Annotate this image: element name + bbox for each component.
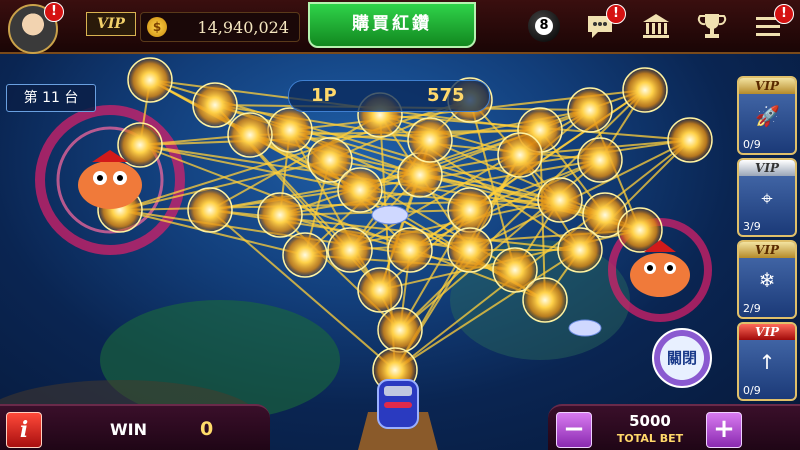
vip-tag[interactable]: VIP [86, 12, 136, 36]
lightning-orb [447, 227, 493, 273]
missile-icon: 🚀 [755, 104, 780, 128]
lightning-orb [577, 137, 623, 183]
vip-ice-card[interactable]: VIP ❄ 2/9 [737, 240, 797, 319]
increase-bet-button[interactable]: + [706, 412, 742, 448]
close-auto-button[interactable]: 關閉 [652, 328, 712, 388]
lightning-orb [192, 82, 238, 128]
top-bar: ! VIP $ 14,940,024 購買紅鑽 8 ! ! [0, 0, 800, 54]
alert-badge: ! [44, 2, 64, 22]
win-label: WIN [110, 420, 147, 439]
player-score-value: 575 [427, 85, 465, 106]
lightning-orb [187, 187, 233, 233]
vip-rocket-card[interactable]: VIP ↑ 0/9 [737, 322, 797, 401]
vip-card-title: VIP [739, 324, 795, 340]
lightning-orb [357, 267, 403, 313]
vip-missile-card[interactable]: VIP 🚀 0/9 [737, 76, 797, 155]
ice-crystal-icon: ❄ [758, 268, 776, 292]
total-bet-label: TOTAL BET [616, 432, 684, 445]
player-score-pill: 1P 575 [288, 80, 490, 112]
lightning-orb [282, 232, 328, 278]
menu-alert-badge: ! [774, 4, 794, 24]
lightning-orb [387, 227, 433, 273]
game-stage[interactable]: ! VIP $ 14,940,024 購買紅鑽 8 ! ! 第 11 台 1P … [0, 0, 800, 450]
vip-card-title: VIP [739, 78, 795, 94]
vip-card-title: VIP [739, 160, 795, 176]
lightning-orb [377, 307, 423, 353]
buy-red-diamond-button[interactable]: 購買紅鑽 [308, 2, 476, 48]
eight-ball-number: 8 [535, 17, 553, 35]
lightning-orb [227, 112, 273, 158]
target-icon: ⌖ [761, 186, 773, 210]
chat-alert-badge: ! [606, 4, 626, 24]
win-value: 0 [200, 418, 214, 440]
eight-ball-icon[interactable]: 8 [528, 10, 560, 42]
lightning-orb [447, 187, 493, 233]
info-button[interactable]: i [6, 412, 42, 448]
lightning-orb [667, 117, 713, 163]
lightning-orb [567, 87, 613, 133]
decrease-bet-button[interactable]: − [556, 412, 592, 448]
lightning-orb [407, 117, 453, 163]
lightning-orb [127, 57, 173, 103]
vip-card-count: 0/9 [743, 384, 761, 397]
vip-card-count: 2/9 [743, 302, 761, 315]
coin-balance: 14,940,024 [197, 18, 289, 37]
lightning-orb [327, 227, 373, 273]
table-number-label: 第 11 台 [6, 84, 96, 112]
total-bet-box: 5000 TOTAL BET [600, 410, 700, 448]
lightning-orb [622, 67, 668, 113]
total-bet-value: 5000 [629, 412, 671, 430]
vip-card-title: VIP [739, 242, 795, 258]
vip-target-card[interactable]: VIP ⌖ 3/9 [737, 158, 797, 237]
win-panel: i WIN 0 [0, 404, 270, 450]
lightning-orb [337, 167, 383, 213]
rocket-icon: ↑ [758, 350, 776, 374]
vip-card-count: 3/9 [743, 220, 761, 233]
lightning-orb [557, 227, 603, 273]
player-cannon[interactable] [348, 372, 448, 450]
lightning-orb [257, 192, 303, 238]
lightning-orb [537, 177, 583, 223]
lightning-orb [522, 277, 568, 323]
lightning-orb [497, 132, 543, 178]
bet-panel: − 5000 TOTAL BET + [548, 404, 800, 450]
coin-icon: $ [147, 17, 167, 37]
player-id-label: 1P [311, 85, 337, 106]
trophy-icon[interactable] [696, 10, 728, 42]
coin-balance-box: $ 14,940,024 [140, 12, 300, 42]
vip-card-count: 0/9 [743, 138, 761, 151]
lightning-orb [267, 107, 313, 153]
bank-icon[interactable] [640, 10, 672, 42]
